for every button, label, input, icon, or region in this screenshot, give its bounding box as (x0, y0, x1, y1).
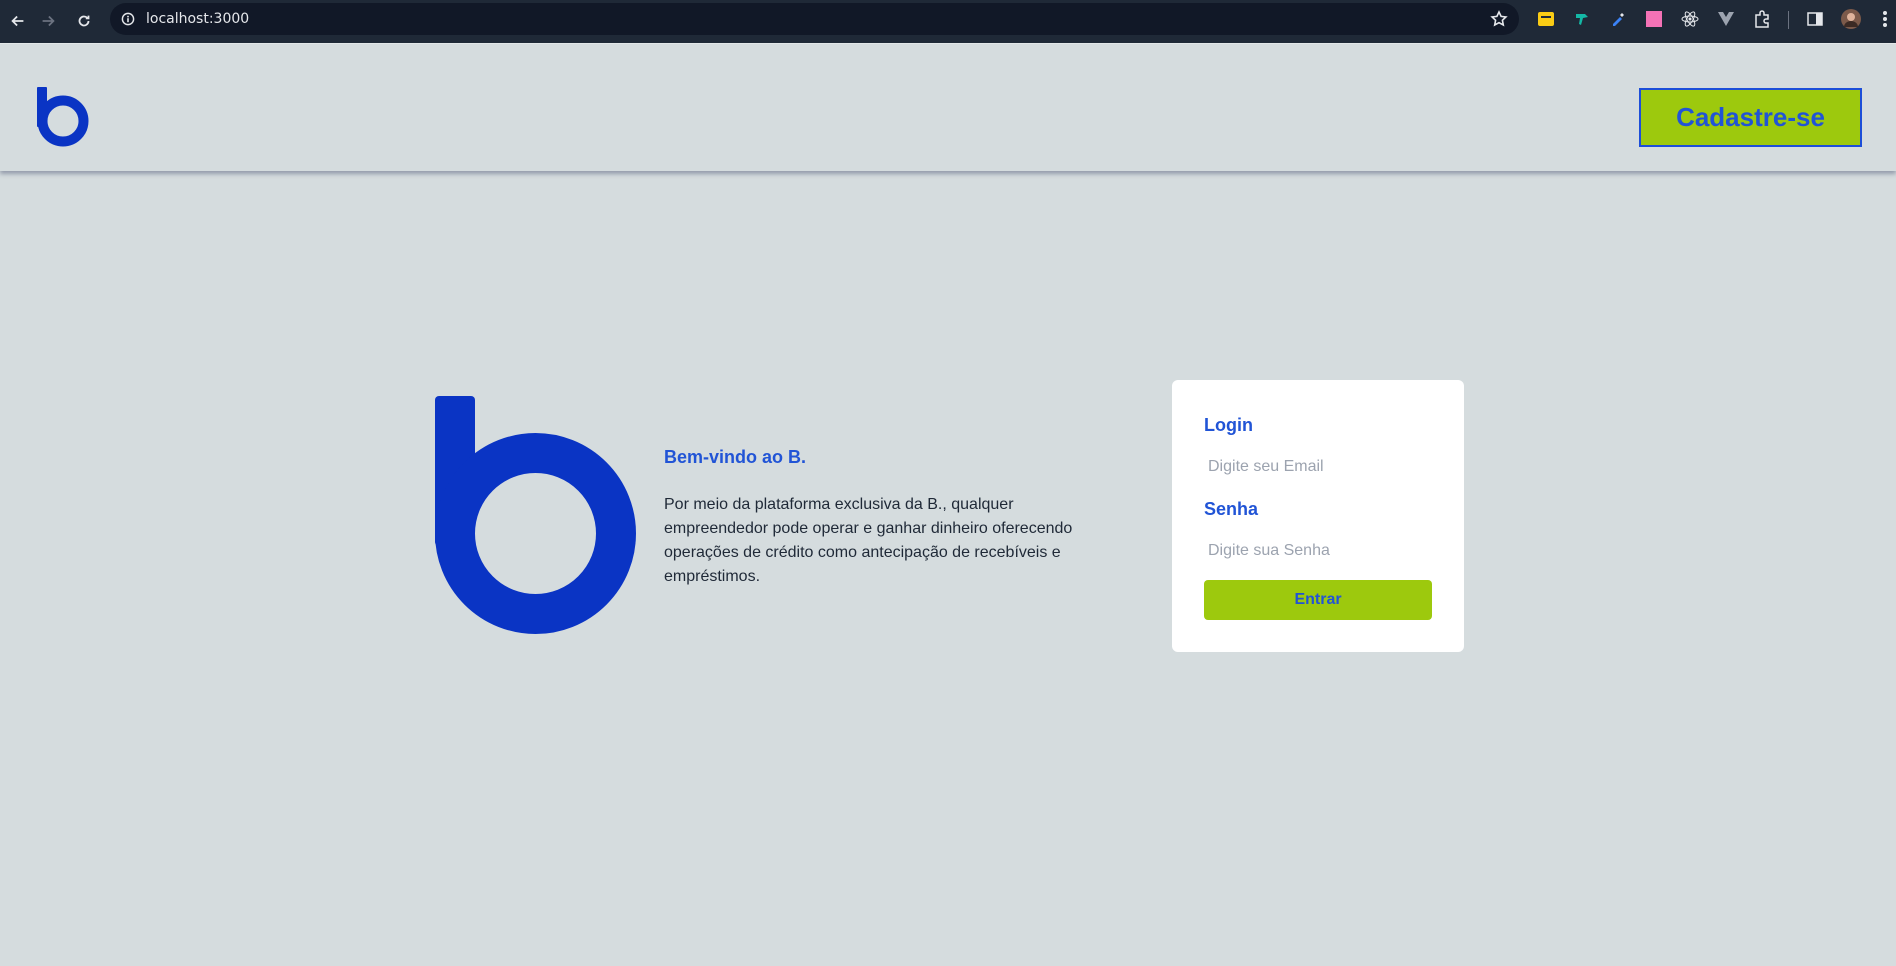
site-info-icon[interactable] (118, 9, 138, 29)
extension-picker-icon[interactable] (1607, 8, 1629, 30)
url-text[interactable]: localhost:3000 (146, 11, 249, 27)
extension-pink-icon[interactable] (1643, 8, 1665, 30)
password-label: Senha (1204, 499, 1259, 519)
welcome-title: Bem-vindo ao B. (664, 447, 807, 467)
side-panel-icon[interactable] (1804, 8, 1826, 30)
react-devtools-icon[interactable] (1679, 8, 1701, 30)
password-input[interactable] (1204, 536, 1432, 566)
profile-avatar-icon[interactable] (1840, 8, 1862, 30)
vue-devtools-icon[interactable] (1715, 8, 1737, 30)
login-submit-button[interactable]: Entrar (1204, 580, 1432, 620)
menu-dots-icon[interactable] (1874, 8, 1896, 30)
email-input[interactable] (1204, 452, 1432, 482)
b-logo-large-icon (435, 396, 636, 634)
extensions-puzzle-icon[interactable] (1751, 8, 1773, 30)
reload-icon[interactable] (66, 3, 102, 39)
b-logo-icon[interactable] (37, 87, 89, 147)
extension-yellow-icon[interactable] (1535, 8, 1557, 30)
bookmark-star-icon[interactable] (1489, 9, 1509, 29)
forward-arrow-icon[interactable] (30, 3, 66, 39)
browser-toolbar: localhost:3000 (0, 0, 1896, 43)
welcome-description: Por meio da plataforma exclusiva da B., … (664, 496, 1073, 585)
login-card: Login Senha Entrar (1172, 380, 1464, 652)
address-bar[interactable]: localhost:3000 (110, 3, 1519, 35)
toolbar-divider (1788, 11, 1789, 29)
site-header: Cadastre-se (0, 43, 1896, 171)
signup-button[interactable]: Cadastre-se (1639, 88, 1862, 147)
extension-teal-icon[interactable] (1571, 8, 1593, 30)
login-label: Login (1204, 415, 1253, 435)
